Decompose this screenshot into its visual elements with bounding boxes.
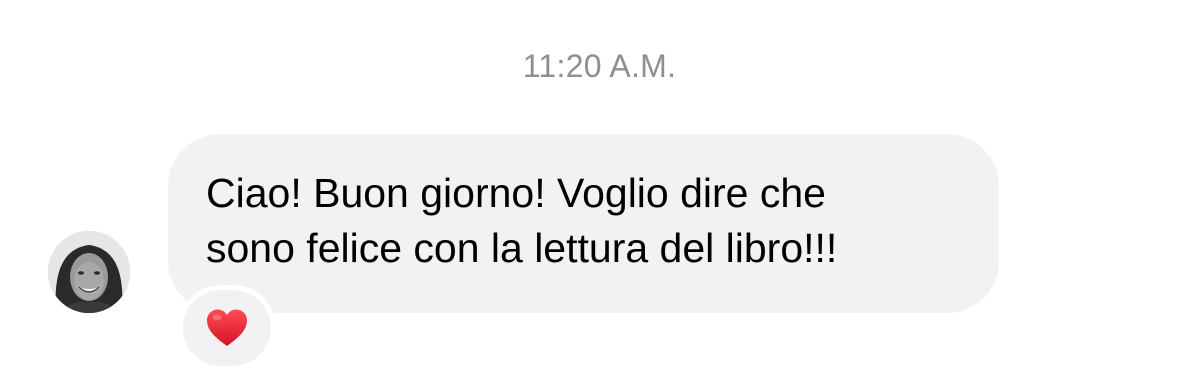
sender-avatar[interactable] [48,231,130,313]
message-text: Ciao! Buon giorno! Voglio dire che sono … [206,170,838,271]
chat-view: 11:20 A.M. Ciao! Buon giorno! Voglio dir… [0,0,1199,375]
message-row: Ciao! Buon giorno! Voglio dire che sono … [0,0,1199,375]
message-bubble[interactable]: Ciao! Buon giorno! Voglio dire che sono … [168,134,999,313]
reaction-badge[interactable] [183,290,271,366]
avatar-photo-icon [48,231,130,313]
heart-icon [207,309,247,346]
